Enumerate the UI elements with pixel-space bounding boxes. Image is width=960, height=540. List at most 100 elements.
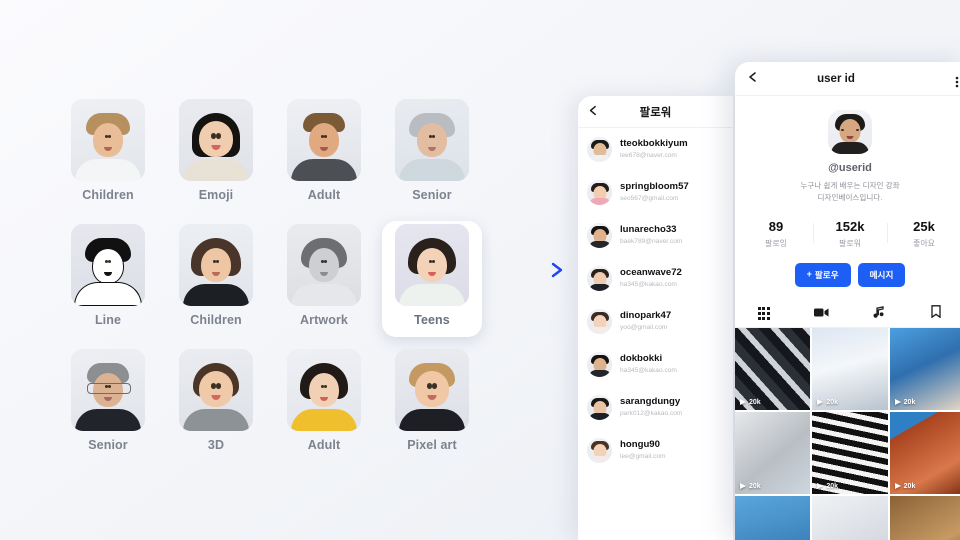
style-card-artwork-6[interactable]: Artwork <box>274 221 374 337</box>
play-count: 20k <box>894 398 916 406</box>
avatar[interactable] <box>587 395 612 420</box>
profile-header: user id <box>735 62 960 96</box>
style-card-label: Artwork <box>300 313 348 327</box>
avatar[interactable] <box>587 352 612 377</box>
tab-video[interactable] <box>793 305 851 323</box>
style-card-emoji-1[interactable]: Emoji <box>166 96 266 212</box>
chevron-left-icon[interactable] <box>588 103 599 121</box>
follower-row[interactable]: oceanwave72 ha345@kakao.com <box>578 257 733 300</box>
follower-row[interactable]: dinopark47 yoo@gmail.com <box>578 300 733 343</box>
follower-row[interactable]: lunarecho33 baek789@naver.com <box>578 214 733 257</box>
style-card-label: Children <box>190 313 242 327</box>
avatar[interactable] <box>828 110 872 154</box>
style-card-label: Senior <box>88 438 128 452</box>
style-card-teens-7[interactable]: Teens <box>382 221 482 337</box>
stat-팔로워[interactable]: 152k 팔로워 <box>813 219 887 249</box>
play-count-value: 20k <box>903 398 916 406</box>
tab-music[interactable] <box>850 305 908 323</box>
stat-label: 팔로잉 <box>764 238 788 248</box>
style-card-children-5[interactable]: Children <box>166 221 266 337</box>
follower-email: seo567@gmail.com <box>620 195 679 203</box>
play-icon <box>817 399 824 406</box>
follower-row[interactable]: springbloom57 seo567@gmail.com <box>578 171 733 214</box>
style-card-label: Teens <box>414 313 450 327</box>
style-thumbnail <box>71 99 145 181</box>
style-card-label: Adult <box>307 188 341 202</box>
follower-name: tteokbokkiyum <box>620 138 688 150</box>
play-count: 20k <box>817 399 838 406</box>
avatar-illustration <box>587 352 612 377</box>
media-tile[interactable]: 20k <box>735 327 811 410</box>
stat-팔로잉[interactable]: 89 팔로잉 <box>739 219 813 249</box>
follower-row[interactable]: sarangdungy park012@kakao.com <box>578 386 733 429</box>
style-thumbnail <box>287 99 361 181</box>
follower-email: lee@gmail.com <box>620 453 666 461</box>
style-thumbnail <box>71 224 145 306</box>
avatar-illustration <box>179 99 253 181</box>
style-card-pixel-art-11[interactable]: Pixel art <box>382 346 482 462</box>
media-tile[interactable]: 20k <box>889 411 960 494</box>
media-tile[interactable]: 20k <box>889 495 960 540</box>
style-thumbnail <box>395 99 469 181</box>
avatar-illustration <box>71 224 145 306</box>
play-icon <box>894 399 901 406</box>
media-tile[interactable]: 20k <box>812 411 888 494</box>
more-vertical-icon[interactable] <box>955 75 959 93</box>
play-icon <box>740 399 746 406</box>
follower-row[interactable]: dokbokki ha345@kakao.com <box>578 343 733 386</box>
play-count: 20k <box>740 483 761 490</box>
message-button[interactable]: 메시지 <box>857 262 906 287</box>
chevron-left-icon[interactable] <box>747 70 759 88</box>
style-card-label: 3D <box>207 438 225 452</box>
follower-row[interactable]: hongu90 lee@gmail.com <box>578 429 733 472</box>
media-tile[interactable]: 20k <box>812 495 888 540</box>
stat-좋아요[interactable]: 25k 좋아요 <box>887 219 960 249</box>
tab-bookmark[interactable] <box>908 304 960 323</box>
style-thumbnail <box>179 99 253 181</box>
grid-icon <box>757 307 770 320</box>
media-tile[interactable]: 20k <box>735 495 811 540</box>
follower-email: lee678@naver.com <box>620 152 677 160</box>
follower-name: dokbokki <box>620 353 663 365</box>
style-thumbnail <box>287 349 361 431</box>
avatar[interactable] <box>587 309 612 334</box>
follower-email: ha345@kakao.com <box>620 281 677 289</box>
profile-media-grid: 20k 20k 20k 20k 20k 20k 20k 20k 20k <box>735 327 960 540</box>
avatar[interactable] <box>587 266 612 291</box>
profile-tabs <box>735 301 960 328</box>
music-icon <box>873 305 884 323</box>
follower-name: springbloom57 <box>620 181 689 193</box>
style-card-label: Senior <box>412 188 452 202</box>
follow-button[interactable]: + 팔로우 <box>794 262 851 287</box>
follower-row[interactable]: tteokbokkiyum lee678@naver.com <box>578 128 733 171</box>
avatar[interactable] <box>587 438 612 463</box>
style-card-senior-8[interactable]: Senior <box>58 346 158 462</box>
follower-text: dokbokki ha345@kakao.com <box>620 353 677 375</box>
style-card-senior-3[interactable]: Senior <box>382 96 482 212</box>
media-tile[interactable]: 20k <box>812 327 888 410</box>
avatar-style-gallery: Children Emoji Adult Senior Line Childre… <box>58 96 498 462</box>
avatar[interactable] <box>587 180 612 205</box>
avatar-illustration <box>587 309 612 334</box>
stat-label: 팔로워 <box>838 238 862 248</box>
style-card-adult-10[interactable]: Adult <box>274 346 374 462</box>
media-tile[interactable]: 20k <box>735 411 811 494</box>
style-thumbnail <box>179 349 253 431</box>
style-card-children-0[interactable]: Children <box>58 96 158 212</box>
avatar-illustration <box>587 223 612 248</box>
avatar-illustration <box>587 180 612 205</box>
follower-email: baek789@naver.com <box>620 238 683 246</box>
follower-text: sarangdungy park012@kakao.com <box>620 396 682 418</box>
style-card-3d-9[interactable]: 3D <box>166 346 266 462</box>
avatar[interactable] <box>587 223 612 248</box>
style-card-label: Line <box>94 313 122 327</box>
follower-email: park012@kakao.com <box>620 410 683 418</box>
style-card-line-4[interactable]: Line <box>58 221 158 337</box>
avatar[interactable] <box>587 137 612 162</box>
style-thumbnail <box>395 224 469 306</box>
tab-grid[interactable] <box>735 307 793 320</box>
avatar-illustration <box>587 438 612 463</box>
follower-text: oceanwave72 ha345@kakao.com <box>620 267 682 289</box>
media-tile[interactable]: 20k <box>889 327 960 410</box>
style-card-adult-2[interactable]: Adult <box>274 96 374 212</box>
